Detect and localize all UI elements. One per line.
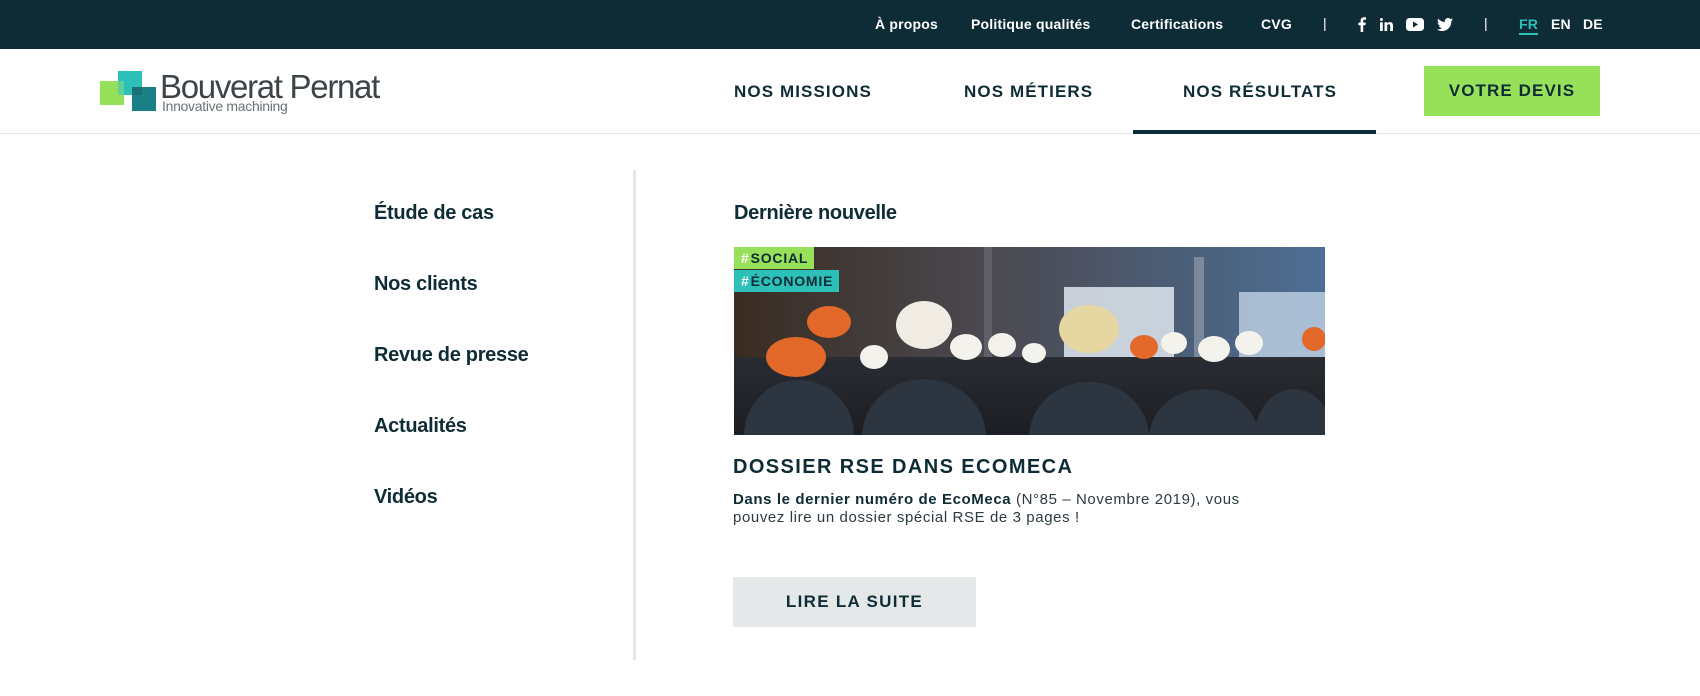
facebook-icon[interactable] — [1357, 14, 1367, 34]
votre-devis-button[interactable]: VOTRE DEVIS — [1424, 66, 1600, 116]
lang-fr[interactable]: FR — [1519, 16, 1539, 35]
logo-tagline: Innovative machining — [162, 98, 288, 114]
main-header: Bouverat Pernat Innovative machining NOS… — [0, 49, 1700, 134]
logo[interactable]: Bouverat Pernat Innovative machining — [100, 68, 390, 119]
submenu-divider — [633, 170, 636, 660]
submenu-item-videos[interactable]: Vidéos — [374, 486, 438, 509]
top-bar: À propos Politique qualités Certificatio… — [0, 0, 1700, 49]
news-heading: Dernière nouvelle — [734, 202, 897, 224]
link-cvg[interactable]: CVG — [1261, 16, 1292, 32]
submenu-item-etude-de-cas[interactable]: Étude de cas — [374, 202, 494, 225]
submenu-item-revue-de-presse[interactable]: Revue de presse — [374, 344, 529, 367]
tag-social[interactable]: # SOCIAL — [734, 247, 815, 269]
submenu-item-actualites[interactable]: Actualités — [374, 415, 467, 438]
lang-de[interactable]: DE — [1583, 16, 1603, 32]
lang-en[interactable]: EN — [1551, 16, 1571, 32]
topbar-separator-2: | — [1484, 15, 1488, 31]
link-certifications[interactable]: Certifications — [1131, 16, 1223, 32]
news-excerpt-bold: Dans le dernier numéro de EcoMeca — [733, 491, 1012, 508]
link-politique-qualites[interactable]: Politique qualités — [971, 16, 1091, 32]
link-a-propos[interactable]: À propos — [875, 16, 938, 32]
tag-economie[interactable]: # ÉCONOMIE — [734, 270, 840, 292]
topbar-separator: | — [1323, 15, 1327, 31]
linkedin-icon[interactable] — [1379, 14, 1393, 34]
news-title[interactable]: DOSSIER RSE DANS ECOMECA — [733, 456, 1073, 479]
nav-nos-resultats[interactable]: NOS RÉSULTATS — [1183, 82, 1337, 102]
twitter-icon[interactable] — [1437, 14, 1453, 34]
submenu-item-nos-clients[interactable]: Nos clients — [374, 273, 478, 296]
nav-nos-metiers[interactable]: NOS MÉTIERS — [964, 82, 1093, 102]
lire-la-suite-button[interactable]: LIRE LA SUITE — [733, 577, 976, 627]
news-image[interactable]: # SOCIAL # ÉCONOMIE — [734, 247, 1325, 435]
nav-active-indicator — [1133, 130, 1376, 134]
nav-nos-missions[interactable]: NOS MISSIONS — [734, 82, 872, 102]
logo-mark-icon — [100, 71, 156, 111]
news-excerpt: Dans le dernier numéro de EcoMeca (N°85 … — [733, 491, 1273, 527]
youtube-icon[interactable] — [1406, 14, 1424, 34]
